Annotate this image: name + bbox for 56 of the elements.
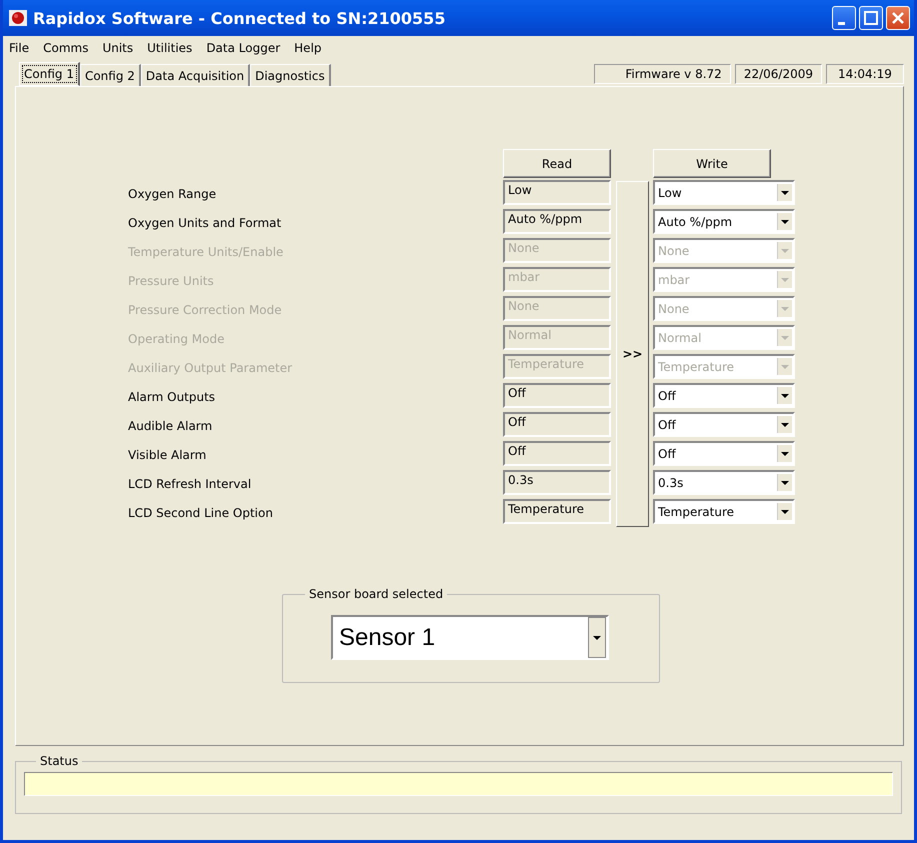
read-value-field: 0.3s [503,470,611,495]
app-icon [9,10,27,26]
sensor-dropdown[interactable]: Sensor 1 [331,615,609,660]
tab[interactable]: Diagnostics [250,64,331,86]
menu-item[interactable]: Utilities [147,41,192,55]
write-dropdown[interactable]: Off [653,383,795,408]
setting-label: Visible Alarm [128,447,208,464]
setting-label: Alarm Outputs [128,389,216,406]
tab[interactable]: Data Acquisition [140,64,250,86]
read-value-field: Auto %/ppm [503,209,611,234]
read-button[interactable]: Read [503,149,611,178]
write-dropdown[interactable]: Off [653,412,795,437]
write-button[interactable]: Write [653,149,771,178]
setting-label: Pressure Units [128,273,215,290]
minimize-button[interactable] [832,6,856,30]
read-value-field: Temperature [503,499,611,524]
setting-label: LCD Refresh Interval [128,476,252,493]
maximize-button[interactable] [859,6,883,30]
read-value-field: mbar [503,267,611,292]
tab[interactable]: Config 2 [80,64,141,86]
group-title: Status [39,754,80,768]
menu-item[interactable]: Comms [43,41,88,55]
group-title: Sensor board selected [308,587,444,601]
read-value-field: Normal [503,325,611,350]
close-button[interactable] [886,6,910,30]
setting-label: Pressure Correction Mode [128,302,283,319]
menu-item[interactable]: File [9,41,30,55]
read-value-field: Off [503,383,611,408]
menu-item[interactable]: Units [102,41,134,55]
setting-label: Auxiliary Output Parameter [128,360,294,377]
setting-label: LCD Second Line Option [128,505,274,522]
transfer-button[interactable]: >> [616,181,649,527]
setting-label: Operating Mode [128,331,226,348]
setting-label: Oxygen Range [128,186,218,203]
write-dropdown[interactable]: Auto %/ppm [653,209,795,234]
menu-item[interactable]: Help [294,41,322,55]
menu-item[interactable]: Data Logger [206,41,280,55]
tab[interactable]: Config 1 [19,62,80,86]
read-value-field: None [503,296,611,321]
write-dropdown[interactable]: Temperature [653,499,795,524]
setting-label: Audible Alarm [128,418,214,435]
info-panel: 14:04:19 [826,64,904,84]
setting-label: Oxygen Units and Format [128,215,282,232]
setting-label: Temperature Units/Enable [128,244,284,261]
minimize-icon [838,22,844,24]
info-panel: Firmware v 8.72 [594,64,731,84]
read-value-field: Off [503,412,611,437]
read-value-field: None [503,238,611,263]
write-dropdown[interactable]: Low [653,180,795,205]
read-value-field: Temperature [503,354,611,379]
read-value-field: Low [503,180,611,205]
info-panel: 22/06/2009 [734,64,822,84]
read-value-field: Off [503,441,611,466]
write-dropdown[interactable]: 0.3s [653,470,795,495]
write-dropdown[interactable]: Off [653,441,795,466]
window-title: Rapidox Software - Connected to SN:2100555 [33,8,446,28]
